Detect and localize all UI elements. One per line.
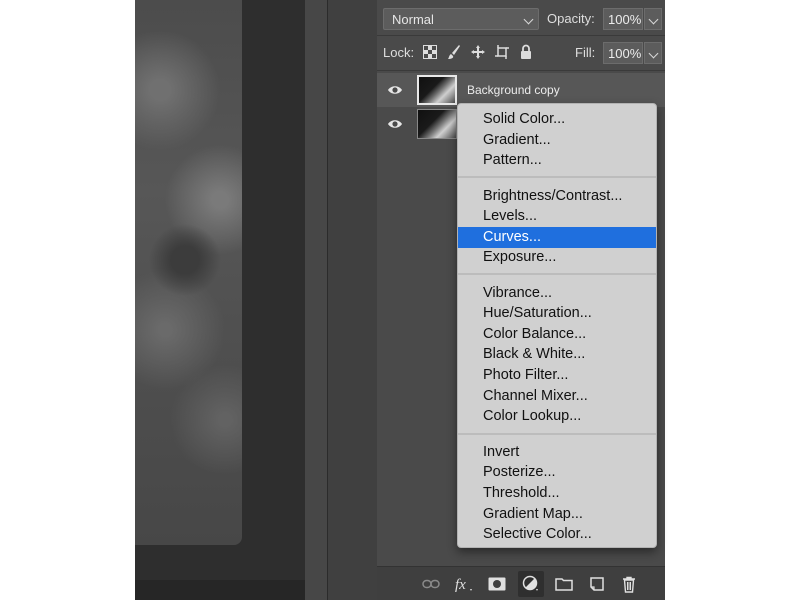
- lock-transparent-pixels-icon[interactable]: [422, 44, 438, 60]
- lock-image-pixels-icon[interactable]: [446, 44, 462, 60]
- fill-dropdown-button[interactable]: [644, 42, 662, 64]
- opacity-field[interactable]: 100%: [603, 8, 643, 30]
- layer-name: Background copy: [467, 83, 560, 97]
- menu-item-brightness-contrast[interactable]: Brightness/Contrast...: [458, 186, 656, 207]
- menu-item-posterize[interactable]: Posterize...: [458, 462, 656, 483]
- menu-item-channel-mixer[interactable]: Channel Mixer...: [458, 386, 656, 407]
- menu-item-levels[interactable]: Levels...: [458, 206, 656, 227]
- menu-item-curves[interactable]: Curves...: [458, 227, 656, 248]
- lock-position-icon[interactable]: [470, 44, 486, 60]
- menu-item-solid-color[interactable]: Solid Color...: [458, 109, 656, 130]
- opacity-label: Opacity:: [547, 11, 595, 26]
- menu-item-hue-saturation[interactable]: Hue/Saturation...: [458, 303, 656, 324]
- blend-opacity-row: Normal Opacity: 100%: [377, 6, 665, 32]
- menu-item-black-white[interactable]: Black & White...: [458, 344, 656, 365]
- layer-thumbnail: [417, 75, 457, 105]
- folder-icon[interactable]: [554, 575, 574, 593]
- document-canvas[interactable]: [135, 0, 305, 580]
- menu-item-exposure[interactable]: Exposure...: [458, 247, 656, 268]
- divider: [377, 35, 665, 36]
- layers-footer-toolbar: fx: [377, 566, 665, 600]
- blend-mode-value: Normal: [392, 12, 434, 27]
- chevron-down-icon: [648, 14, 659, 25]
- menu-separator: [458, 433, 656, 435]
- menu-item-invert[interactable]: Invert: [458, 442, 656, 463]
- adjustment-layer-icon[interactable]: [518, 571, 544, 597]
- layer-thumbnail: [417, 109, 457, 139]
- menu-separator: [458, 273, 656, 275]
- chevron-down-icon: [523, 14, 534, 25]
- lock-fill-row: Lock: Fill: 100%: [377, 40, 665, 66]
- layer-row-background-copy[interactable]: Background copy: [377, 73, 665, 107]
- panel-dock-gutter: [327, 0, 378, 600]
- fx-icon[interactable]: fx: [454, 575, 474, 593]
- lock-label: Lock:: [383, 45, 415, 60]
- menu-item-gradient[interactable]: Gradient...: [458, 130, 656, 151]
- adjustment-layer-menu: Solid Color... Gradient... Pattern... Br…: [457, 103, 657, 548]
- artboard-lock-icon[interactable]: [494, 44, 510, 60]
- menu-item-photo-filter[interactable]: Photo Filter...: [458, 365, 656, 386]
- menu-item-vibrance[interactable]: Vibrance...: [458, 283, 656, 304]
- lock-all-icon[interactable]: [518, 44, 534, 60]
- svg-text:fx: fx: [455, 577, 466, 593]
- opacity-dropdown-button[interactable]: [644, 8, 662, 30]
- trash-icon[interactable]: [619, 575, 639, 593]
- mask-icon[interactable]: [487, 575, 507, 593]
- menu-item-color-balance[interactable]: Color Balance...: [458, 324, 656, 345]
- canvas-image: [135, 0, 242, 545]
- new-layer-icon[interactable]: [587, 575, 607, 593]
- menu-item-threshold[interactable]: Threshold...: [458, 483, 656, 504]
- fill-field[interactable]: 100%: [603, 42, 643, 64]
- menu-item-selective-color[interactable]: Selective Color...: [458, 524, 656, 545]
- menu-item-color-lookup[interactable]: Color Lookup...: [458, 406, 656, 427]
- menu-item-gradient-map[interactable]: Gradient Map...: [458, 504, 656, 525]
- menu-separator: [458, 176, 656, 178]
- chevron-down-icon: [648, 48, 659, 59]
- divider: [377, 70, 665, 71]
- canvas-status-strip: [135, 580, 327, 600]
- canvas-vertical-scrollbar[interactable]: [305, 0, 327, 600]
- blend-mode-select[interactable]: Normal: [383, 8, 539, 30]
- menu-item-pattern[interactable]: Pattern...: [458, 150, 656, 171]
- fill-label: Fill:: [575, 45, 596, 60]
- link-icon[interactable]: [421, 575, 441, 593]
- eye-icon[interactable]: [387, 83, 403, 97]
- eye-icon[interactable]: [387, 117, 403, 131]
